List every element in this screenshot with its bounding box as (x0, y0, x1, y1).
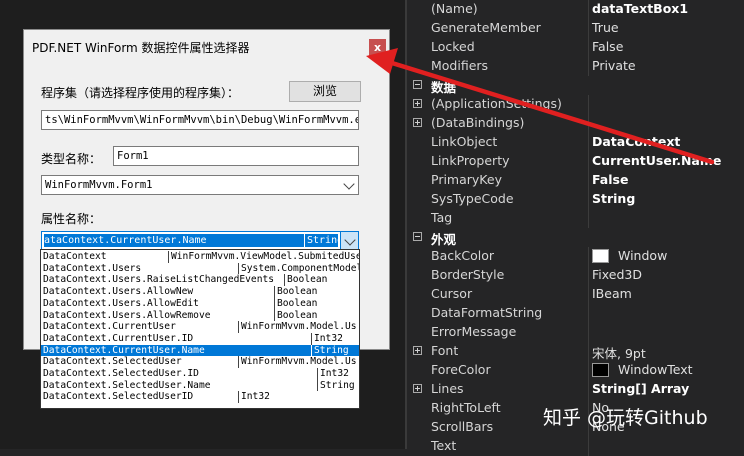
watermark: 知乎 @玩转Github (543, 407, 708, 429)
arrow-head (366, 48, 398, 74)
annotation-arrow (366, 48, 715, 165)
arrow-shaft (389, 60, 715, 165)
